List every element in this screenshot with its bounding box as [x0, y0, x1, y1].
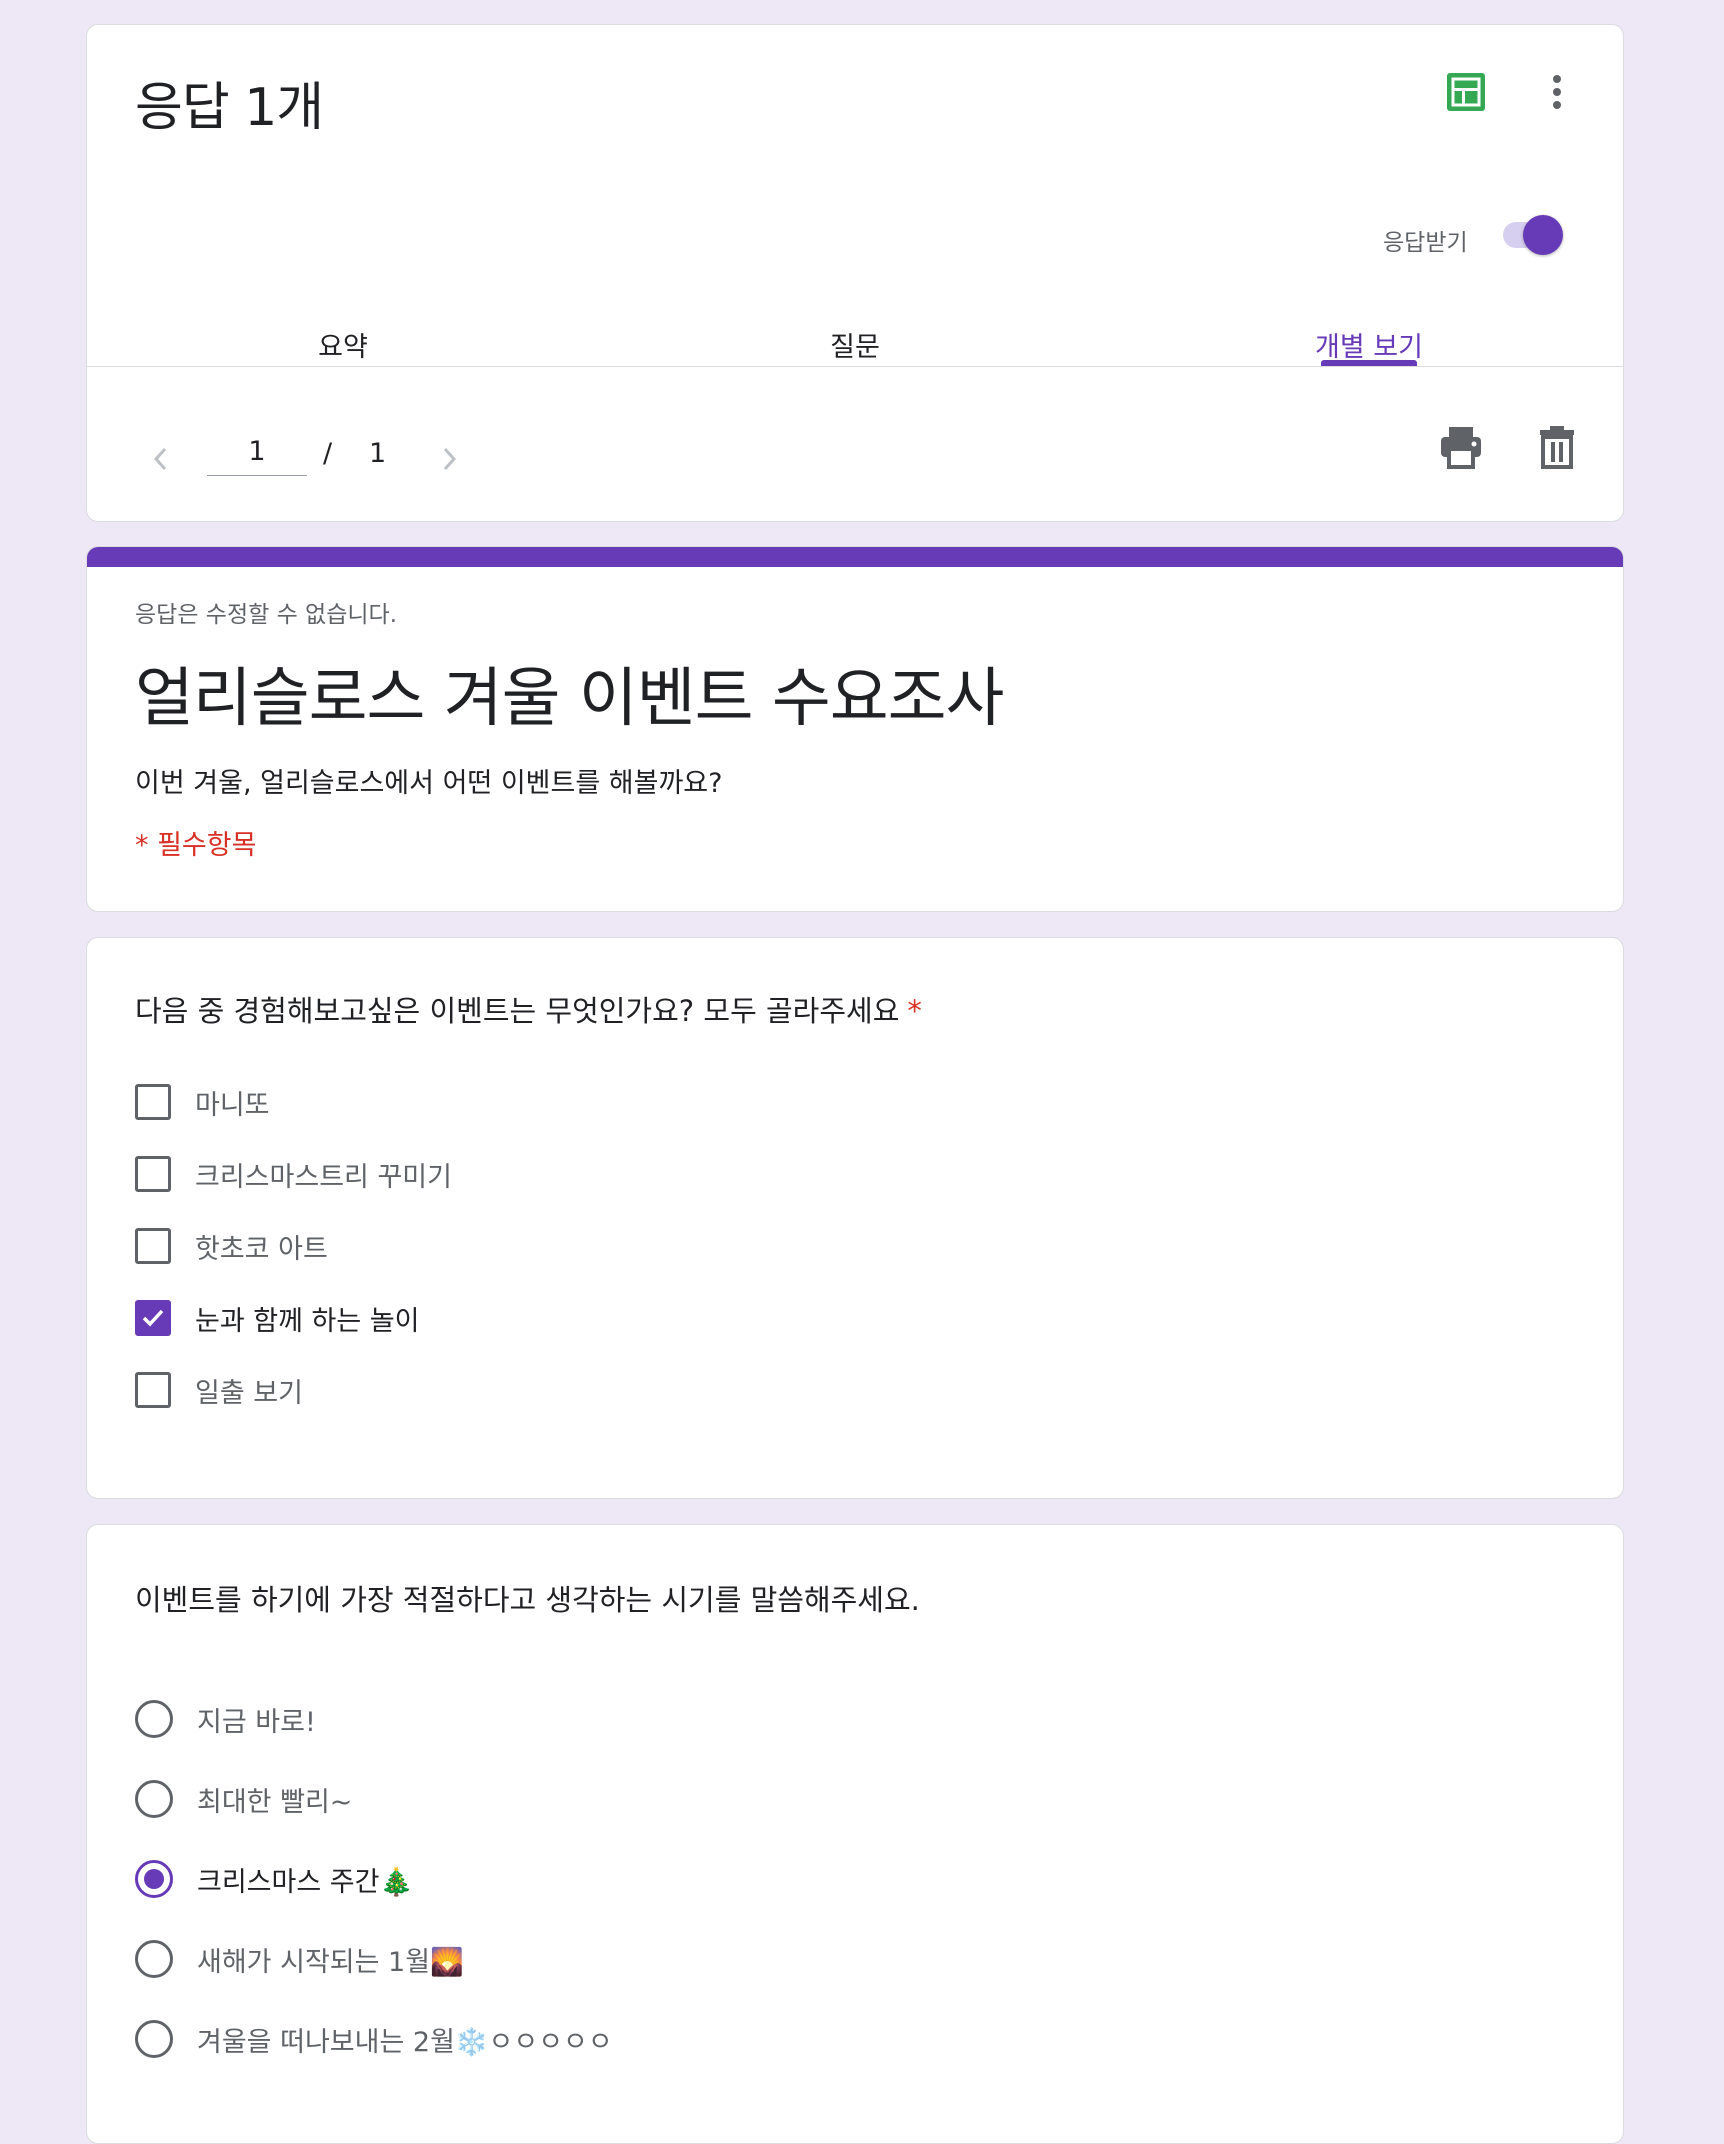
question-title-text: 다음 중 경험해보고싶은 이벤트는 무엇인가요? 모두 골라주세요 — [135, 994, 900, 1028]
form-description: 이번 겨울, 얼리슬로스에서 어떤 이벤트를 해볼까요? — [135, 768, 723, 799]
current-page-input[interactable]: 1 — [207, 429, 307, 476]
checkbox[interactable] — [135, 1372, 171, 1408]
form-title: 얼리슬로스 겨울 이벤트 수요조사 — [135, 662, 1004, 736]
option-label: 최대한 빨리~ — [197, 1786, 353, 1818]
question-card: 이벤트를 하기에 가장 적절하다고 생각하는 시기를 말씀해주세요. 지금 바로… — [86, 1524, 1624, 2144]
print-icon[interactable] — [1437, 423, 1485, 471]
checkbox-option[interactable]: 일출 보기 — [135, 1368, 303, 1412]
option-label: 핫초코 아트 — [195, 1233, 328, 1265]
checkbox-checked[interactable] — [135, 1300, 171, 1336]
question-title: 이벤트를 하기에 가장 적절하다고 생각하는 시기를 말씀해주세요. — [135, 1583, 920, 1617]
required-note: * 필수항목 — [135, 830, 257, 861]
option-label: 크리스마스 주간🎄 — [197, 1866, 414, 1898]
tab-question[interactable]: 질문 — [830, 325, 880, 364]
question-card: 다음 중 경험해보고싶은 이벤트는 무엇인가요? 모두 골라주세요 * 마니또 크… — [86, 937, 1624, 1499]
responses-header-card: 응답 1개 응답받기 요약 질문 개별 보기 1 / 1 — [86, 24, 1624, 522]
checkmark-icon — [142, 1309, 164, 1327]
radio-option[interactable]: 크리스마스 주간🎄 — [135, 1857, 413, 1901]
accepting-responses-toggle[interactable] — [1499, 215, 1563, 255]
checkbox[interactable] — [135, 1228, 171, 1264]
chevron-right-icon[interactable] — [437, 445, 461, 473]
radio-button[interactable] — [135, 1780, 173, 1818]
chevron-left-icon[interactable] — [149, 445, 173, 473]
page-separator: / — [323, 438, 333, 469]
radio-button[interactable] — [135, 1940, 173, 1978]
checkbox-option[interactable]: 크리스마스트리 꾸미기 — [135, 1152, 452, 1196]
checkbox[interactable] — [135, 1084, 171, 1120]
sheets-icon[interactable] — [1447, 73, 1485, 111]
more-vert-icon[interactable] — [1537, 69, 1577, 115]
radio-option[interactable]: 새해가 시작되는 1월🌄 — [135, 1937, 464, 1981]
tab-summary[interactable]: 요약 — [318, 325, 368, 364]
radio-option[interactable]: 겨울을 떠나보내는 2월❄️ㅇㅇㅇㅇㅇ — [135, 2017, 613, 2061]
tabs-divider — [87, 366, 1623, 367]
option-label: 새해가 시작되는 1월🌄 — [197, 1946, 464, 1978]
required-asterisk: * — [907, 994, 922, 1028]
option-label: 크리스마스트리 꾸미기 — [195, 1161, 452, 1193]
option-label: 일출 보기 — [195, 1377, 303, 1409]
responses-count-title: 응답 1개 — [135, 78, 324, 138]
radio-option[interactable]: 최대한 빨리~ — [135, 1777, 352, 1821]
no-edit-notice: 응답은 수정할 수 없습니다. — [135, 602, 398, 628]
form-header-card: 응답은 수정할 수 없습니다. 얼리슬로스 겨울 이벤트 수요조사 이번 겨울,… — [86, 546, 1624, 912]
tab-individual[interactable]: 개별 보기 — [1315, 325, 1423, 364]
total-pages: 1 — [369, 438, 387, 469]
form-accent-bar — [87, 547, 1623, 567]
radio-button-selected[interactable] — [135, 1860, 173, 1898]
toggle-thumb — [1523, 215, 1563, 255]
trash-icon[interactable] — [1533, 423, 1581, 471]
radio-button[interactable] — [135, 1700, 173, 1738]
option-label: 눈과 함께 하는 놀이 — [195, 1305, 420, 1337]
option-label: 마니또 — [195, 1089, 270, 1121]
checkbox-option[interactable]: 눈과 함께 하는 놀이 — [135, 1296, 419, 1340]
checkbox-option[interactable]: 핫초코 아트 — [135, 1224, 328, 1268]
checkbox[interactable] — [135, 1156, 171, 1192]
option-label: 지금 바로! — [197, 1706, 316, 1738]
option-label: 겨울을 떠나보내는 2월❄️ㅇㅇㅇㅇㅇ — [197, 2026, 613, 2058]
radio-button[interactable] — [135, 2020, 173, 2058]
question-title: 다음 중 경험해보고싶은 이벤트는 무엇인가요? 모두 골라주세요 * — [135, 988, 922, 1030]
accepting-responses-label: 응답받기 — [1383, 230, 1468, 256]
radio-option[interactable]: 지금 바로! — [135, 1697, 316, 1741]
checkbox-option[interactable]: 마니또 — [135, 1080, 270, 1124]
